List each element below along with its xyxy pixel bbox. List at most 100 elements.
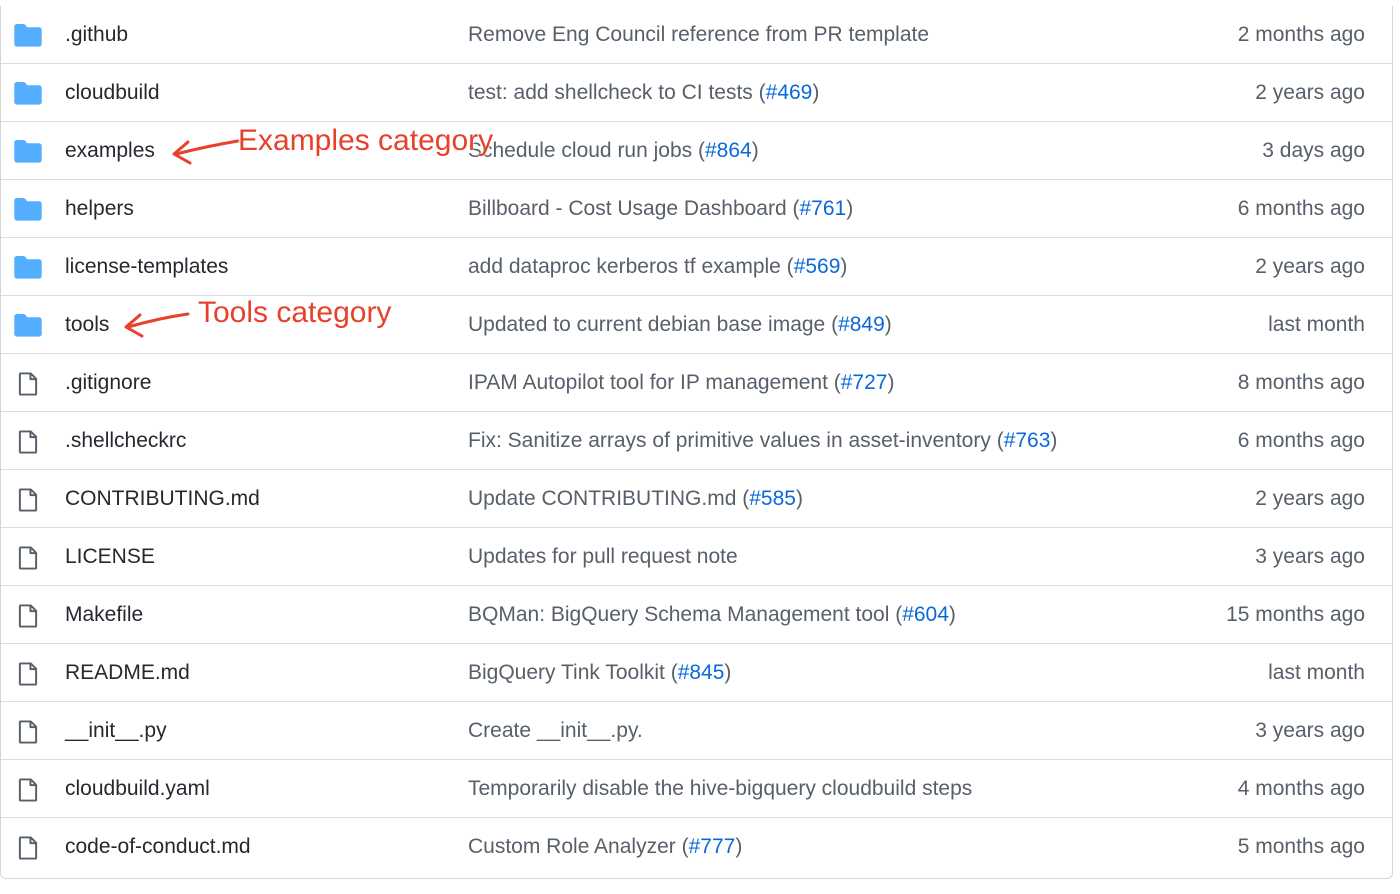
pull-request-link[interactable]: #604 bbox=[902, 603, 949, 626]
pull-request-link[interactable]: #727 bbox=[841, 371, 888, 394]
commit-message-link[interactable]: Updates for pull request note bbox=[468, 543, 738, 571]
file-name-link[interactable]: license-templates bbox=[65, 253, 228, 281]
commit-age: 15 months ago bbox=[1226, 603, 1365, 626]
file-icon bbox=[14, 371, 42, 396]
file-name-link[interactable]: cloudbuild.yaml bbox=[65, 775, 210, 803]
examples-category-annotation: Examples category bbox=[238, 124, 494, 157]
commit-message-link[interactable]: BigQuery Tink Toolkit (#845) bbox=[468, 659, 731, 687]
file-name-link[interactable]: __init__.py bbox=[65, 717, 167, 745]
commit-message-link[interactable]: Billboard - Cost Usage Dashboard (#761) bbox=[468, 195, 853, 223]
pull-request-link[interactable]: #864 bbox=[705, 139, 752, 162]
commit-message-suffix: ) bbox=[887, 371, 895, 394]
file-row[interactable]: cloudbuild test: add shellcheck to CI tes… bbox=[1, 64, 1392, 122]
commit-message-text: Fix: Sanitize arrays of primitive values… bbox=[468, 429, 1004, 452]
file-name-link[interactable]: CONTRIBUTING.md bbox=[65, 485, 260, 513]
commit-message-link[interactable]: add dataproc kerberos tf example (#569) bbox=[468, 253, 847, 281]
pull-request-link[interactable]: #569 bbox=[794, 255, 841, 278]
commit-age: 6 months ago bbox=[1237, 429, 1365, 452]
commit-message-link[interactable]: Custom Role Analyzer (#777) bbox=[468, 833, 742, 861]
file-row[interactable]: .gitignore IPAM Autopilot tool for IP man… bbox=[1, 354, 1392, 412]
pull-request-link[interactable]: #845 bbox=[678, 661, 725, 684]
file-row[interactable]: license-templates add dataproc kerberos t… bbox=[1, 238, 1392, 296]
commit-age: 6 months ago bbox=[1237, 197, 1365, 220]
commit-message-suffix: ) bbox=[751, 139, 759, 162]
commit-message-text: Remove Eng Council reference from PR tem… bbox=[468, 23, 930, 46]
commit-message-link[interactable]: Fix: Sanitize arrays of primitive values… bbox=[468, 427, 1057, 455]
commit-message-text: Custom Role Analyzer ( bbox=[468, 835, 689, 858]
commit-message-suffix: ) bbox=[840, 255, 848, 278]
file-name-link[interactable]: LICENSE bbox=[65, 543, 155, 571]
file-icon bbox=[14, 487, 42, 512]
file-name-link[interactable]: .gitignore bbox=[65, 369, 151, 397]
commit-message-suffix: ) bbox=[884, 313, 892, 336]
pull-request-link[interactable]: #761 bbox=[800, 197, 847, 220]
file-row[interactable]: cloudbuild.yaml Temporarily disable the h… bbox=[1, 760, 1392, 818]
commit-age: 3 years ago bbox=[1255, 545, 1365, 568]
file-row[interactable]: code-of-conduct.md Custom Role Analyzer (… bbox=[1, 818, 1392, 876]
file-name-link[interactable]: .shellcheckrc bbox=[65, 427, 186, 455]
commit-message-text: BQMan: BigQuery Schema Management tool ( bbox=[468, 603, 903, 626]
commit-age: 2 years ago bbox=[1255, 255, 1365, 278]
folder-icon bbox=[14, 313, 42, 337]
commit-message-link[interactable]: Temporarily disable the hive-bigquery cl… bbox=[468, 775, 972, 803]
commit-message-text: test: add shellcheck to CI tests ( bbox=[468, 81, 766, 104]
file-row[interactable]: __init__.py Create __init__.py. 3 years ag… bbox=[1, 702, 1392, 760]
file-name-link[interactable]: cloudbuild bbox=[65, 79, 160, 107]
commit-age: 3 years ago bbox=[1255, 719, 1365, 742]
file-name-link[interactable]: helpers bbox=[65, 195, 134, 223]
commit-age: 8 months ago bbox=[1237, 371, 1365, 394]
commit-message-suffix: ) bbox=[846, 197, 854, 220]
commit-message-link[interactable]: Schedule cloud run jobs (#864) bbox=[468, 137, 759, 165]
commit-message-suffix: ) bbox=[735, 835, 743, 858]
commit-age: 2 months ago bbox=[1237, 23, 1365, 46]
commit-message-suffix: ) bbox=[795, 487, 803, 510]
commit-message-link[interactable]: Update CONTRIBUTING.md (#585) bbox=[468, 485, 803, 513]
commit-age: 5 months ago bbox=[1237, 835, 1365, 858]
commit-message-suffix: ) bbox=[948, 603, 956, 626]
commit-message-suffix: ) bbox=[724, 661, 732, 684]
file-name-link[interactable]: examples bbox=[65, 137, 155, 165]
pull-request-link[interactable]: #585 bbox=[749, 487, 796, 510]
file-name-link[interactable]: README.md bbox=[65, 659, 190, 687]
file-row[interactable]: README.md BigQuery Tink Toolkit (#845) las… bbox=[1, 644, 1392, 702]
commit-message-link[interactable]: Create __init__.py. bbox=[468, 717, 643, 745]
file-name-link[interactable]: Makefile bbox=[65, 601, 143, 629]
pull-request-link[interactable]: #777 bbox=[689, 835, 736, 858]
file-row[interactable]: CONTRIBUTING.md Update CONTRIBUTING.md (#… bbox=[1, 470, 1392, 528]
commit-message-text: Create __init__.py. bbox=[468, 719, 643, 742]
commit-age: 2 years ago bbox=[1255, 487, 1365, 510]
tools-category-annotation: Tools category bbox=[198, 296, 392, 329]
commit-age: 2 years ago bbox=[1255, 81, 1365, 104]
file-row[interactable]: Makefile BQMan: BigQuery Schema Managemen… bbox=[1, 586, 1392, 644]
file-icon bbox=[14, 545, 42, 570]
commit-message-text: Update CONTRIBUTING.md ( bbox=[468, 487, 750, 510]
file-row[interactable]: LICENSE Updates for pull request note 3 ye… bbox=[1, 528, 1392, 586]
folder-icon bbox=[14, 139, 42, 163]
pull-request-link[interactable]: #849 bbox=[838, 313, 885, 336]
file-row[interactable]: .github Remove Eng Council reference from… bbox=[1, 6, 1392, 64]
file-name-link[interactable]: .github bbox=[65, 21, 128, 49]
file-name-link[interactable]: code-of-conduct.md bbox=[65, 833, 251, 861]
commit-message-text: Updated to current debian base image ( bbox=[468, 313, 839, 336]
commit-message-link[interactable]: BQMan: BigQuery Schema Management tool (… bbox=[468, 601, 956, 629]
folder-icon bbox=[14, 197, 42, 221]
file-icon bbox=[14, 661, 42, 686]
commit-message-link[interactable]: IPAM Autopilot tool for IP management (#… bbox=[468, 369, 894, 397]
commit-message-text: Schedule cloud run jobs ( bbox=[468, 139, 705, 162]
file-row[interactable]: .shellcheckrc Fix: Sanitize arrays of pri… bbox=[1, 412, 1392, 470]
commit-message-suffix: ) bbox=[1050, 429, 1058, 452]
pull-request-link[interactable]: #763 bbox=[1004, 429, 1051, 452]
file-row[interactable]: helpers Billboard - Cost Usage Dashboard … bbox=[1, 180, 1392, 238]
pull-request-link[interactable]: #469 bbox=[766, 81, 813, 104]
folder-icon bbox=[14, 255, 42, 279]
tools-arrow bbox=[124, 312, 190, 338]
file-icon bbox=[14, 429, 42, 454]
commit-message-suffix: ) bbox=[812, 81, 820, 104]
commit-message-link[interactable]: Remove Eng Council reference from PR tem… bbox=[468, 21, 929, 49]
commit-message-text: IPAM Autopilot tool for IP management ( bbox=[468, 371, 841, 394]
commit-message-text: BigQuery Tink Toolkit ( bbox=[468, 661, 678, 684]
commit-message-link[interactable]: test: add shellcheck to CI tests (#469) bbox=[468, 79, 819, 107]
commit-message-link[interactable]: Updated to current debian base image (#8… bbox=[468, 311, 892, 339]
commit-age: last month bbox=[1268, 661, 1365, 684]
file-name-link[interactable]: tools bbox=[65, 311, 109, 339]
